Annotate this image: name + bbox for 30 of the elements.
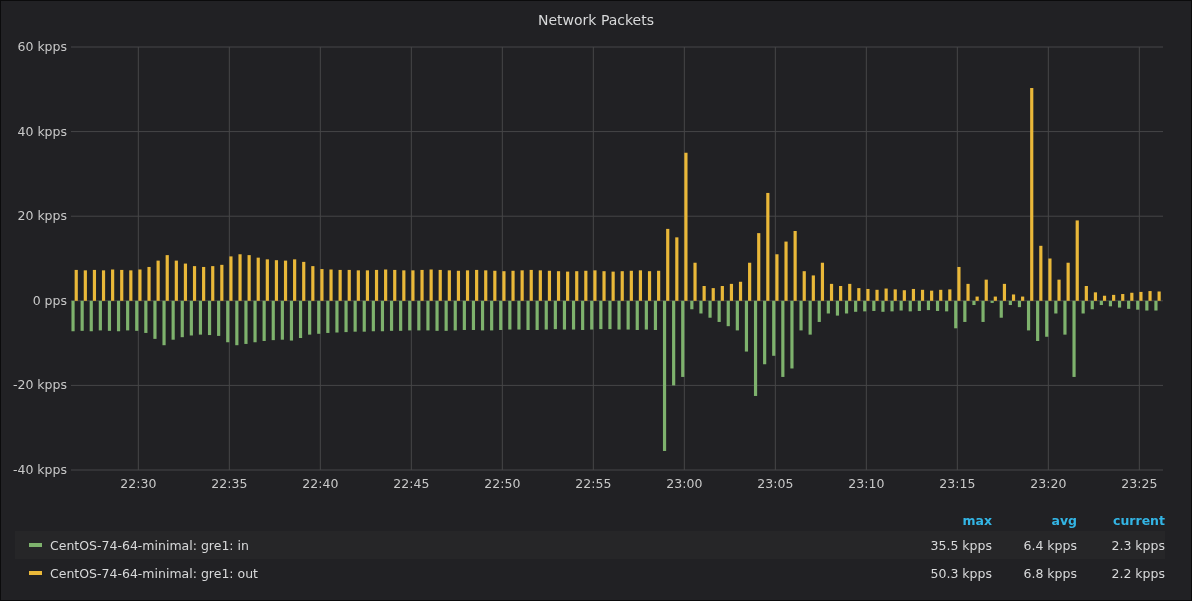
x-axis-label: 22:35 bbox=[211, 476, 248, 491]
current-value: 2.3 kpps bbox=[1110, 537, 1165, 553]
avg-value: 6.8 kpps bbox=[1022, 565, 1077, 581]
x-axis-label: 22:50 bbox=[484, 476, 521, 491]
x-axis-label: 23:05 bbox=[757, 476, 794, 491]
x-axis-label: 22:40 bbox=[302, 476, 339, 491]
x-axis-label: 22:45 bbox=[393, 476, 430, 491]
x-axis-label: 23:00 bbox=[666, 476, 703, 491]
y-axis-label: 0 pps bbox=[32, 292, 67, 308]
y-axis-label: 20 kpps bbox=[17, 208, 67, 224]
x-axis-label: 22:55 bbox=[575, 476, 612, 491]
max-value: 50.3 kpps bbox=[929, 565, 992, 581]
x-axis-label: 22:30 bbox=[120, 476, 157, 491]
x-axis-label: 23:15 bbox=[939, 476, 976, 491]
legend-column-header[interactable]: max bbox=[902, 512, 992, 528]
series-name[interactable]: CentOS-74-64-minimal: gre1: in bbox=[50, 537, 249, 553]
legend-column-header[interactable]: current bbox=[1077, 512, 1165, 528]
y-axis-label: -40 kpps bbox=[13, 462, 67, 477]
y-axis-label: 60 kpps bbox=[17, 39, 67, 54]
y-axis-label: -20 kpps bbox=[13, 377, 67, 393]
x-axis-label: 23:10 bbox=[848, 476, 885, 491]
series-name[interactable]: CentOS-74-64-minimal: gre1: out bbox=[50, 565, 258, 581]
avg-value: 6.4 kpps bbox=[1022, 537, 1077, 553]
panel-title: Network Packets bbox=[538, 11, 654, 30]
x-axis-label: 23:25 bbox=[1121, 476, 1158, 491]
current-value: 2.2 kpps bbox=[1110, 565, 1165, 581]
x-axis-label: 23:20 bbox=[1030, 476, 1067, 491]
max-value: 35.5 kpps bbox=[929, 537, 992, 553]
legend-column-header[interactable]: avg bbox=[992, 512, 1077, 528]
y-axis-label: 40 kpps bbox=[17, 123, 67, 139]
